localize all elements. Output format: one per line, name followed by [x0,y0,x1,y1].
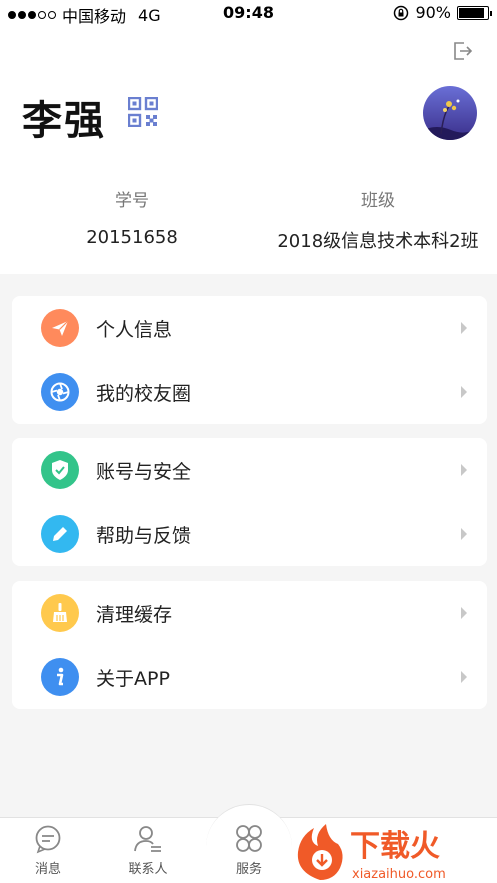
student-id-label: 学号 [115,191,149,211]
menu-item-about-app[interactable]: 关于APP [12,645,487,709]
shield-check-icon [41,451,79,489]
paper-plane-icon [41,309,79,347]
menu-item-label: 清理缓存 [96,603,173,626]
chevron-right-icon [461,607,467,619]
class-block: 班级 2018级信息技术本科2班 [262,186,494,253]
menu-item-alumni-circle[interactable]: 我的校友圈 [12,360,487,424]
broom-icon [41,594,79,632]
tab-services[interactable]: 服务 [209,824,289,877]
chevron-right-icon [461,322,467,334]
chat-icon [35,825,61,854]
contact-icon [134,826,161,852]
tab-contacts[interactable]: 联系人 [108,824,188,877]
chevron-right-icon [461,528,467,540]
status-bar: 中国移动 4G 09:48 90% [0,0,497,26]
status-right: 90% [393,3,492,22]
info-icon [41,658,79,696]
chevron-right-icon [461,386,467,398]
tab-label: 消息 [34,862,61,877]
watermark-site: xiazaihuo.com [352,867,446,882]
avatar[interactable] [423,86,477,140]
menu-card-profile: 个人信息 我的校友圈 [12,296,487,424]
battery-icon [457,5,492,20]
menu-item-help-feedback[interactable]: 帮助与反馈 [12,502,487,566]
tab-messages[interactable]: 消息 [8,824,88,877]
user-name: 李强 [22,98,106,144]
class-value: 2018级信息技术本科2班 [277,231,479,252]
menu-card-app: 清理缓存 关于APP [12,581,487,709]
chevron-right-icon [461,671,467,683]
watermark-logo: 下载火 xiazaihuo.com [297,824,446,882]
menu-item-label: 账号与安全 [96,460,192,483]
pencil-icon [41,515,79,553]
menu-item-label: 帮助与反馈 [96,524,192,547]
rotation-lock-icon [394,5,409,20]
tab-label: 联系人 [128,862,168,877]
battery-percent: 90% [415,3,451,22]
logout-icon[interactable] [451,40,473,62]
chevron-right-icon [461,464,467,476]
menu-item-label: 我的校友圈 [96,382,192,405]
class-label: 班级 [361,191,395,211]
grid-icon [236,825,262,852]
menu-item-personal-info[interactable]: 个人信息 [12,296,487,360]
student-id-block: 学号 20151658 [62,186,202,248]
menu-item-label: 个人信息 [96,318,173,341]
menu-item-clear-cache[interactable]: 清理缓存 [12,581,487,645]
aperture-icon [41,373,79,411]
profile-header: 李强 学号 20151658 班级 2018级信息技术本科2班 [0,26,497,274]
qr-code-icon[interactable] [128,97,158,127]
student-id-value: 20151658 [86,227,178,248]
menu-card-account: 账号与安全 帮助与反馈 [12,438,487,566]
watermark-text: 下载火 [350,829,440,864]
menu-item-label: 关于APP [96,667,170,690]
menu-item-account-security[interactable]: 账号与安全 [12,438,487,502]
tab-label: 服务 [235,862,262,877]
